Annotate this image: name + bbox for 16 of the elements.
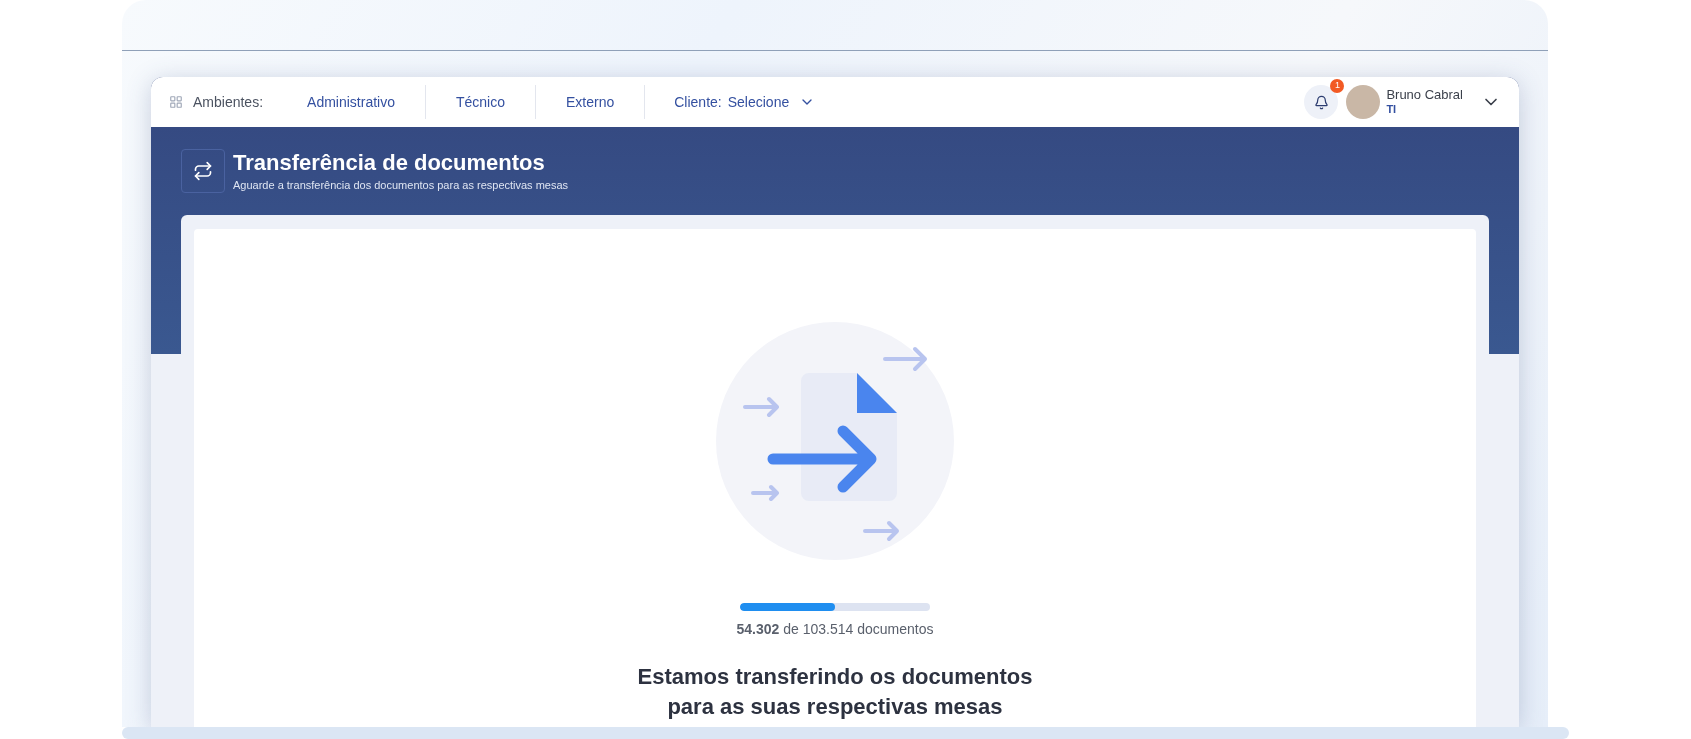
avatar: [1346, 85, 1381, 119]
client-dropdown[interactable]: Cliente: Selecione: [674, 91, 816, 113]
user-name: Bruno Cabral: [1386, 87, 1463, 104]
grid-icon: [169, 95, 183, 109]
environments-label: Ambientes:: [193, 92, 264, 112]
environment-link[interactable]: Técnico: [425, 91, 535, 113]
bell-icon: [1313, 94, 1329, 110]
environment-link[interactable]: Externo: [536, 91, 645, 113]
notification-badge: 1: [1330, 79, 1345, 93]
page-subtitle: Aguarde a transferência dos documentos para as respectivas mesas: [233, 177, 569, 193]
user-role: TI: [1386, 103, 1398, 117]
page-title: Transferência de documentos: [233, 149, 546, 177]
transfer-icon: [181, 149, 225, 193]
progress-caption: 54.302 de 103.514 documentos: [736, 620, 934, 639]
environment-link[interactable]: Administrativo: [277, 91, 425, 113]
status-heading: Estamos transferindo os documentos para as suas respectivas mesas: [637, 663, 1033, 721]
